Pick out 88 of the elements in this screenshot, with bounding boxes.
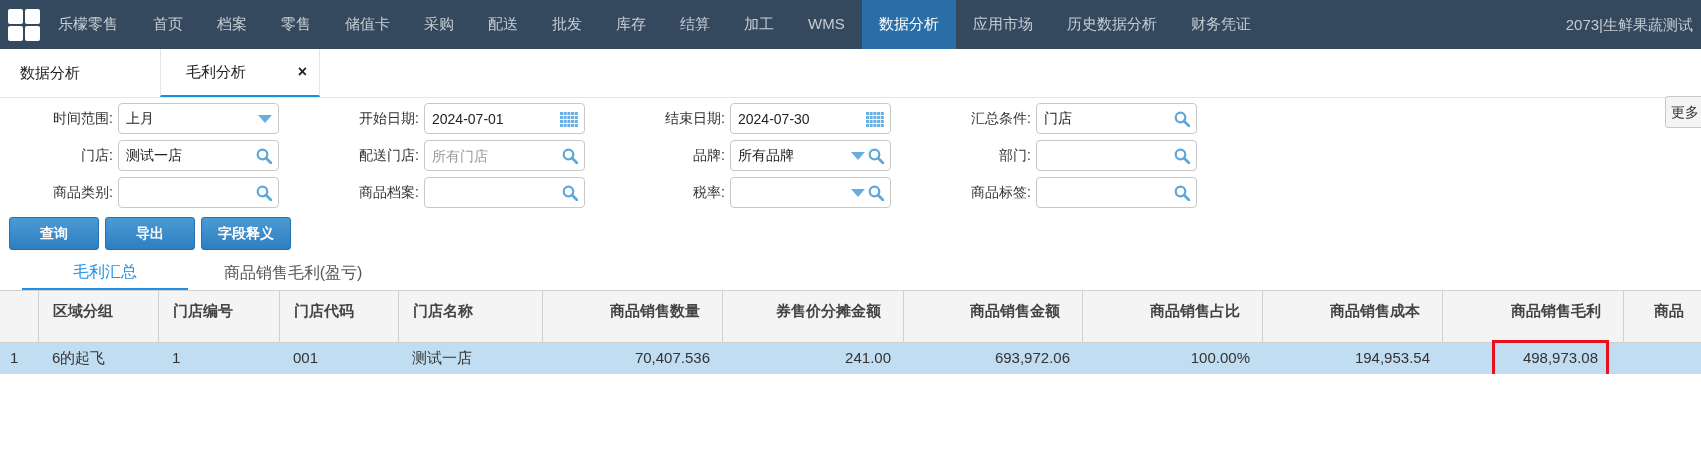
search-icon xyxy=(1174,184,1190,201)
table-cell: 6的起飞 xyxy=(38,342,158,374)
column-header: 商品销售占比 xyxy=(1082,290,1262,343)
input-field[interactable] xyxy=(424,177,585,208)
input-field[interactable] xyxy=(730,177,891,208)
input-field[interactable] xyxy=(118,177,279,208)
tab-label: 毛利分析 xyxy=(186,61,247,82)
input-field[interactable]: 2024-07-01 xyxy=(424,103,585,134)
search-icon xyxy=(868,184,884,201)
dropdown-caret-icon xyxy=(851,151,865,160)
field-label: 结束日期: xyxy=(664,109,726,128)
nav-item[interactable]: 应用市场 xyxy=(955,0,1050,49)
column-header: 区域分组 xyxy=(38,290,158,343)
action-button[interactable]: 查询 xyxy=(9,217,99,250)
column-header: 商品销售数量 xyxy=(542,290,722,343)
tab-label: 数据分析 xyxy=(20,62,81,83)
table-cell-value: 498,973.08 xyxy=(1491,340,1609,374)
sub-tab[interactable]: 商品销售毛利(盈亏) xyxy=(198,256,388,290)
column-header: 门店代码 xyxy=(279,290,398,343)
nav-item[interactable]: 配送 xyxy=(471,0,535,49)
column-header: 门店名称 xyxy=(398,290,542,343)
page-tab[interactable]: 数据分析 xyxy=(0,49,160,97)
nav-item[interactable]: 库存 xyxy=(599,0,663,49)
nav-item[interactable]: WMS xyxy=(791,0,862,49)
table-cell: 693,972.06 xyxy=(903,342,1082,374)
nav-item[interactable]: 档案 xyxy=(200,0,264,49)
column-header: 商品销售毛利 xyxy=(1442,290,1623,343)
table-cell: 100.00% xyxy=(1082,342,1262,374)
close-button[interactable]: × xyxy=(297,60,307,84)
table-cell: 001 xyxy=(279,342,398,374)
calendar-icon xyxy=(560,110,578,127)
column-header: 商品销售成本 xyxy=(1262,290,1442,343)
search-icon xyxy=(256,147,272,164)
dropdown-caret-icon xyxy=(851,188,865,197)
more-button[interactable]: 更多 xyxy=(1665,96,1701,128)
nav-item[interactable]: 结算 xyxy=(663,0,727,49)
action-button[interactable]: 导出 xyxy=(105,217,195,250)
row-number: 1 xyxy=(0,342,38,374)
action-button[interactable]: 字段释义 xyxy=(201,217,291,250)
nav-item[interactable]: 批发 xyxy=(535,0,599,49)
nav-item[interactable]: 采购 xyxy=(407,0,471,49)
table-cell: 测试一店 xyxy=(398,342,542,374)
dropdown-caret-icon xyxy=(258,114,272,123)
input-field[interactable]: 门店 xyxy=(1036,103,1197,134)
column-header: 门店编号 xyxy=(158,290,279,343)
logo-icon xyxy=(8,8,40,41)
field-label: 开始日期: xyxy=(358,109,420,128)
column-header: 商品销售金额 xyxy=(903,290,1082,343)
search-icon xyxy=(256,184,272,201)
account-name: 2073|生鲜果蔬测试 xyxy=(1565,15,1693,35)
field-label: 商品档案: xyxy=(358,183,420,202)
field-label: 商品类别: xyxy=(52,183,114,202)
page-tab[interactable]: 毛利分析 × xyxy=(160,49,320,97)
nav-item[interactable]: 零售 xyxy=(264,0,328,49)
field-label: 税率: xyxy=(692,183,726,202)
brand-name: 乐檬零售 xyxy=(57,14,119,35)
table-cell: 241.00 xyxy=(722,342,903,374)
input-field[interactable] xyxy=(1036,177,1197,208)
input-field[interactable]: 上月 xyxy=(118,103,279,134)
column-header: 券售价分摊金额 xyxy=(722,290,903,343)
nav-item[interactable]: 历史数据分析 xyxy=(1049,0,1174,49)
table-cell: 1 xyxy=(158,342,279,374)
input-field[interactable]: 所有门店 xyxy=(424,140,585,171)
input-field[interactable]: 所有品牌 xyxy=(730,140,891,171)
field-label: 商品标签: xyxy=(970,183,1032,202)
field-label: 时间范围: xyxy=(52,109,114,128)
table-cell: 194,953.54 xyxy=(1262,342,1442,374)
input-field[interactable]: 测试一店 xyxy=(118,140,279,171)
calendar-icon xyxy=(866,110,884,127)
search-icon xyxy=(1174,147,1190,164)
search-icon xyxy=(1174,110,1190,127)
column-header: 商品 xyxy=(1623,290,1701,343)
field-label: 品牌: xyxy=(692,146,726,165)
field-label: 汇总条件: xyxy=(970,109,1032,128)
nav-item[interactable]: 财务凭证 xyxy=(1173,0,1268,49)
search-icon xyxy=(562,184,578,201)
field-label: 门店: xyxy=(80,146,114,165)
field-label: 部门: xyxy=(998,146,1032,165)
nav-item[interactable]: 首页 xyxy=(136,0,200,49)
nav-item[interactable]: 储值卡 xyxy=(328,0,407,49)
nav-item[interactable]: 数据分析 xyxy=(861,0,956,49)
field-label: 配送门店: xyxy=(358,146,420,165)
nav-item[interactable]: 加工 xyxy=(727,0,791,49)
input-field[interactable] xyxy=(1036,140,1197,171)
search-icon xyxy=(868,147,884,164)
input-field[interactable]: 2024-07-30 xyxy=(730,103,891,134)
table-cell: 70,407.536 xyxy=(542,342,722,374)
search-icon xyxy=(562,147,578,164)
